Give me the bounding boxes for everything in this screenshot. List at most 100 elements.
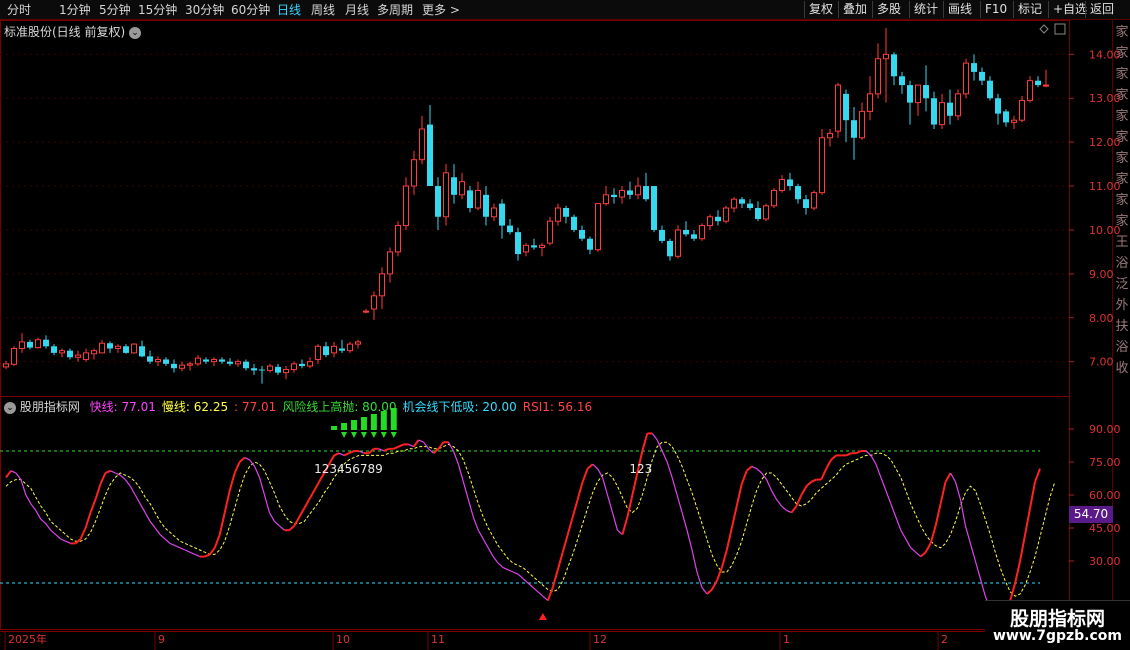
candle-body	[163, 359, 169, 364]
diamond-icon[interactable]	[1039, 24, 1049, 34]
fast-line-segment	[308, 490, 316, 500]
fast-line-segment	[303, 498, 311, 509]
fast-line-segment	[795, 494, 803, 507]
period-tab[interactable]: 30分钟	[182, 1, 227, 19]
fast-line-segment	[258, 477, 266, 496]
candle-body	[1043, 84, 1049, 87]
period-tab[interactable]: 多周期	[374, 1, 416, 19]
fast-line-segment	[696, 571, 703, 588]
candle-body	[771, 189, 777, 207]
fast-line-segment	[179, 547, 186, 551]
candle-body	[323, 346, 329, 356]
fast-line-segment	[408, 443, 414, 448]
fast-line-segment	[771, 490, 778, 500]
fast-line-segment	[954, 481, 962, 500]
fast-line-segment	[576, 481, 584, 500]
period-tab[interactable]: 5分钟	[96, 1, 134, 19]
panel-controls[interactable]	[1039, 23, 1066, 35]
fast-line-segment	[398, 443, 405, 448]
fast-line-segment	[194, 553, 201, 558]
candle-body	[267, 365, 273, 371]
strip-char: 收	[1115, 361, 1129, 376]
fast-line-segment	[79, 527, 87, 540]
fast-line-segment	[338, 452, 345, 456]
strip-char: 浴	[1115, 256, 1129, 271]
fast-line-segment	[706, 588, 713, 595]
toolbar-button[interactable]: 多股	[872, 1, 905, 18]
candle-body	[171, 363, 177, 369]
fast-line-segment	[855, 450, 862, 455]
fast-line-segment	[517, 573, 524, 580]
candle-body	[891, 54, 897, 77]
fast-line-segment	[164, 538, 171, 544]
fast-line-segment	[666, 461, 673, 478]
candle-body	[139, 346, 145, 357]
candle-body	[563, 208, 569, 217]
period-tab[interactable]: 1分钟	[56, 1, 94, 19]
date-tick-label: 2025年	[8, 632, 47, 646]
fast-line-segment	[805, 481, 812, 487]
toolbar-button[interactable]: 叠加	[838, 1, 871, 18]
fast-line-segment	[477, 529, 484, 540]
period-tab[interactable]: 月线	[342, 1, 372, 19]
main-panel-frame	[0, 20, 1070, 397]
maximize-icon[interactable]	[1054, 23, 1066, 35]
candle-body	[283, 369, 289, 374]
toolbar-button[interactable]: 画线	[943, 1, 976, 18]
fast-line-segment	[209, 547, 216, 556]
fast-line-segment	[786, 509, 792, 514]
chart-area[interactable]: 14.0013.0012.0011.0010.009.008.007.00 90…	[0, 20, 1130, 650]
fast-line-segment	[169, 542, 176, 547]
fast-line-segment	[134, 494, 141, 505]
fast-line-segment	[1024, 508, 1032, 535]
candle-body	[419, 128, 425, 161]
candle-body	[227, 361, 233, 364]
period-tab[interactable]: 更多 >	[419, 1, 463, 19]
candle-body	[427, 124, 433, 187]
strip-char: 家	[1115, 109, 1129, 124]
candle-body	[347, 343, 353, 352]
period-tab[interactable]: 60分钟	[228, 1, 273, 19]
candle-body	[155, 358, 161, 363]
candle-body	[795, 186, 801, 200]
toolbar-button[interactable]: 标记	[1013, 1, 1046, 18]
candle-body	[243, 361, 249, 369]
fast-line-segment	[711, 580, 718, 591]
chevron-down-icon[interactable]: ⌄	[129, 26, 142, 39]
fast-line-segment	[720, 549, 728, 568]
candle-body	[83, 352, 89, 360]
fast-line-segment	[393, 445, 400, 450]
candle-body	[739, 199, 745, 204]
candle-body	[179, 364, 185, 369]
toolbar-button[interactable]: 复权	[804, 1, 837, 18]
fast-line-segment	[790, 505, 798, 514]
toolbar-button[interactable]: F10	[980, 1, 1011, 18]
signal-markers	[331, 408, 547, 620]
candle-body	[467, 190, 473, 208]
fast-line-segment	[537, 591, 544, 597]
candle-body	[483, 194, 489, 217]
period-toolbar: 分时 1分钟 5分钟 15分钟 30分钟 60分钟 日线 周线 月线 多周期 更多 > 复权 叠加 多股…	[0, 0, 1130, 20]
candle-body	[259, 369, 265, 371]
candle-body	[819, 137, 825, 194]
fast-line-segment	[974, 560, 981, 579]
fast-line-segment	[45, 523, 52, 531]
fast-line-segment	[55, 534, 62, 540]
candle-body	[683, 229, 689, 235]
toolbar-button[interactable]: 统计	[909, 1, 942, 18]
period-tab[interactable]: 日线	[274, 1, 304, 19]
period-tab[interactable]: 分时	[4, 1, 34, 19]
fast-line-segment	[880, 477, 887, 491]
chevron-down-icon[interactable]: ⌄	[4, 401, 16, 414]
toolbar-button[interactable]: 返回	[1085, 1, 1118, 18]
fast-line-segment	[895, 516, 902, 531]
legend-item: 快线: 77.01	[89, 400, 156, 414]
fast-line-segment	[184, 549, 191, 553]
fast-line-segment	[238, 456, 246, 463]
fast-line-segment	[507, 569, 514, 573]
candle-body	[51, 346, 57, 353]
period-tab[interactable]: 周线	[308, 1, 338, 19]
watermark-url: www.7gpzb.com	[992, 628, 1122, 644]
strip-char: 家	[1115, 88, 1129, 103]
period-tab[interactable]: 15分钟	[135, 1, 180, 19]
